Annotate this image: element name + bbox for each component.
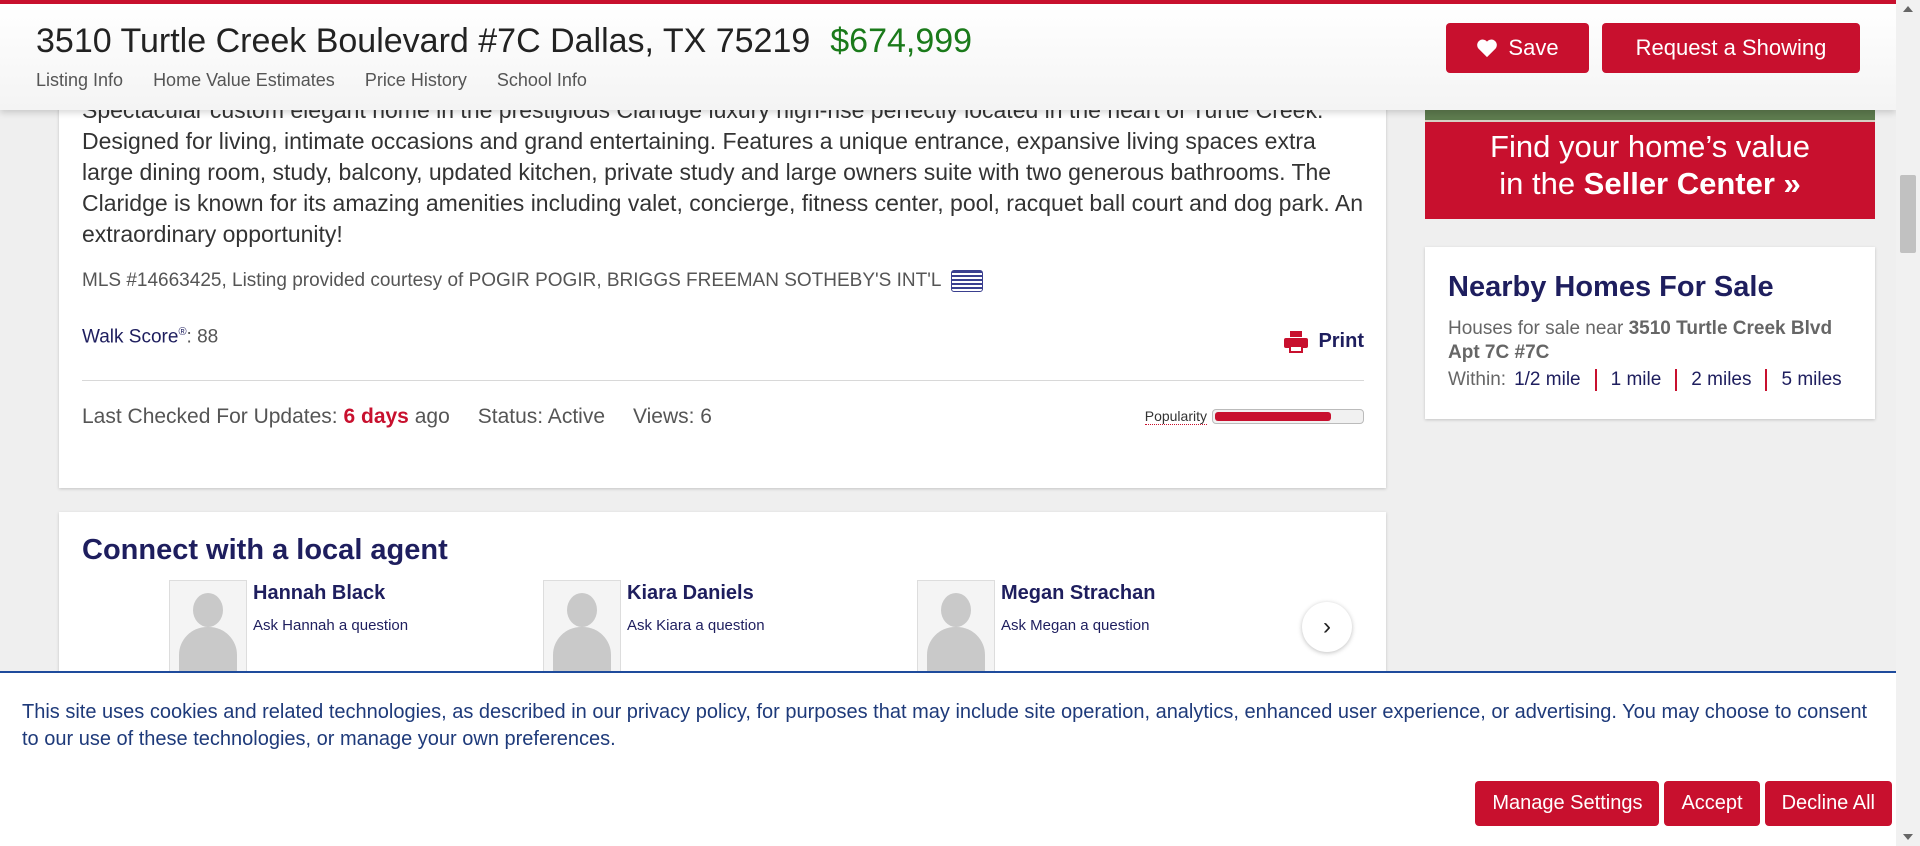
chevron-right-icon: › — [1323, 613, 1331, 640]
tab-school-info[interactable]: School Info — [497, 70, 587, 91]
scroll-up-icon[interactable] — [1903, 6, 1913, 12]
distance-link-5-miles[interactable]: 5 miles — [1765, 369, 1855, 391]
last-checked: Last Checked For Updates: 6 days ago — [82, 405, 450, 429]
distance-link-2-miles[interactable]: 2 miles — [1675, 369, 1765, 391]
listing-description: Spectacular custom elegant home in the p… — [82, 97, 1364, 247]
agent-list: Hannah Black Ask Hannah a question Kiara… — [169, 580, 1291, 672]
ask-question-link[interactable]: Ask Hannah a question — [253, 617, 408, 634]
tab-home-value-estimates[interactable]: Home Value Estimates — [153, 70, 335, 91]
last-checked-value: 6 days — [343, 405, 409, 428]
agent-item[interactable]: Hannah Black Ask Hannah a question — [169, 580, 543, 672]
printer-icon — [1284, 330, 1309, 353]
avatar — [169, 580, 247, 672]
listing-address: 3510 Turtle Creek Boulevard #7C Dallas, … — [36, 22, 811, 60]
distance-link-1-mile[interactable]: 1 mile — [1594, 369, 1676, 391]
agent-name[interactable]: Megan Strachan — [1001, 582, 1155, 605]
listing-tabs: Listing Info Home Value Estimates Price … — [36, 70, 587, 91]
print-button[interactable]: Print — [1284, 330, 1364, 353]
popularity-label[interactable]: Popularity — [1144, 408, 1207, 425]
agent-item[interactable]: Kiara Daniels Ask Kiara a question — [543, 580, 917, 672]
last-checked-suffix: ago — [414, 405, 450, 428]
listing-price: $674,999 — [830, 22, 973, 60]
popularity-bar — [1212, 409, 1364, 424]
walk-score-label[interactable]: Walk Score — [82, 326, 178, 347]
distance-link-half-mile[interactable]: 1/2 mile — [1506, 369, 1595, 391]
agent-name[interactable]: Kiara Daniels — [627, 582, 765, 605]
mls-text: MLS #14663425, Listing provided courtesy… — [82, 270, 942, 291]
cookie-message: This site uses cookies and related techn… — [22, 701, 1868, 750]
walk-score[interactable]: Walk Score®: 88 — [82, 326, 218, 348]
sticky-listing-header: 3510 Turtle Creek Boulevard #7C Dallas, … — [0, 0, 1896, 110]
popularity-bar-fill — [1215, 412, 1331, 421]
agent-section-title: Connect with a local agent — [82, 534, 448, 566]
avatar — [543, 580, 621, 672]
agent-item[interactable]: Megan Strachan Ask Megan a question — [917, 580, 1291, 672]
mls-logo-icon — [951, 270, 984, 292]
ask-question-link[interactable]: Ask Kiara a question — [627, 617, 765, 634]
request-showing-button[interactable]: Request a Showing — [1602, 23, 1860, 73]
status-text: Status: Active — [477, 405, 605, 428]
seller-center-banner[interactable]: Find your home’s value in the Seller Cen… — [1425, 110, 1875, 219]
cookie-banner: This site uses cookies and related techn… — [0, 671, 1896, 846]
page: Spectacular custom elegant home in the p… — [0, 0, 1896, 846]
listing-title: 3510 Turtle Creek Boulevard #7C Dallas, … — [36, 22, 972, 61]
avatar — [917, 580, 995, 672]
ask-question-link[interactable]: Ask Megan a question — [1001, 617, 1155, 634]
banner-line-1: Find your home’s value — [1490, 129, 1810, 164]
heart-icon — [1477, 39, 1498, 58]
listing-details-card: Spectacular custom elegant home in the p… — [59, 60, 1386, 488]
manage-settings-button[interactable]: Manage Settings — [1475, 781, 1660, 826]
tab-listing-info[interactable]: Listing Info — [36, 70, 123, 91]
agent-name[interactable]: Hannah Black — [253, 582, 408, 605]
banner-text: Find your home’s value in the Seller Cen… — [1425, 128, 1875, 202]
nearby-homes-card: Nearby Homes For Sale Houses for sale ne… — [1425, 247, 1875, 419]
page-scrollbar[interactable] — [1896, 0, 1920, 846]
banner-image-strip — [1425, 110, 1875, 120]
popularity-meter: Popularity — [1144, 408, 1364, 425]
agents-next-button[interactable]: › — [1302, 602, 1352, 652]
save-button[interactable]: Save — [1446, 23, 1589, 73]
save-label: Save — [1508, 35, 1559, 60]
divider — [82, 380, 1364, 381]
views-text: Views: 6 — [633, 405, 712, 428]
decline-all-button[interactable]: Decline All — [1764, 781, 1892, 826]
nearby-subtitle: Houses for sale near 3510 Turtle Creek B… — [1448, 318, 1833, 363]
listing-status-row: Last Checked For Updates: 6 days ago Sta… — [82, 405, 712, 429]
scrollbar-thumb[interactable] — [1900, 175, 1916, 253]
mls-info: MLS #14663425, Listing provided courtesy… — [82, 270, 984, 292]
within-label: Within: — [1448, 369, 1507, 390]
scroll-down-icon[interactable] — [1903, 834, 1913, 840]
within-distance-links: Within: 1/2 mile 1 mile 2 miles 5 miles — [1448, 369, 1856, 391]
request-showing-label: Request a Showing — [1635, 35, 1827, 60]
banner-line-2: in the Seller Center » — [1499, 166, 1801, 201]
print-label: Print — [1318, 330, 1364, 352]
last-checked-label: Last Checked For Updates: — [82, 405, 338, 428]
nearby-title: Nearby Homes For Sale — [1448, 271, 1774, 303]
accept-button[interactable]: Accept — [1664, 781, 1760, 826]
walk-score-reg: ® — [178, 326, 187, 338]
cookie-actions: Manage Settings Accept Decline All — [1475, 781, 1892, 826]
local-agent-card: Connect with a local agent Hannah Black … — [59, 512, 1386, 672]
walk-score-value: : 88 — [186, 326, 219, 348]
tab-price-history[interactable]: Price History — [365, 70, 467, 91]
